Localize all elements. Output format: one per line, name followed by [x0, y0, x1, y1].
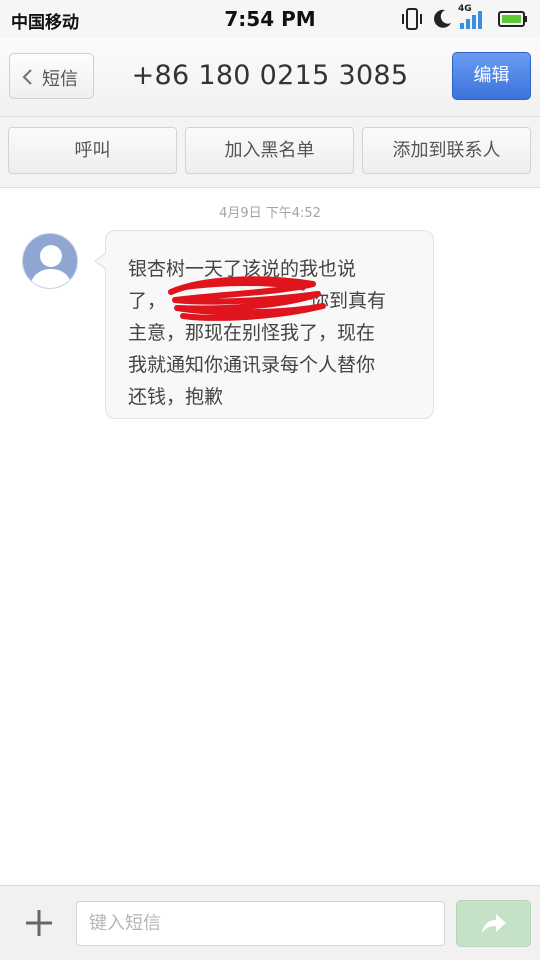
message-segment: 你到真有 [310, 290, 387, 312]
message-line: 了， 你到真有 [128, 285, 413, 317]
call-button[interactable]: 呼叫 [8, 127, 177, 174]
message-text: 银杏树一天了该说的我也说 了， 你到真有 主意，那现在别怪我了，现在 我就通知你通… [128, 253, 413, 413]
edit-button[interactable]: 编辑 [452, 52, 531, 100]
nav-bar: 短信 +86 180 0215 3085 编辑 [0, 38, 540, 117]
message-bubble[interactable]: 银杏树一天了该说的我也说 了， 你到真有 主意，那现在别怪我了，现在 我就通知你通… [105, 230, 434, 419]
battery-icon [498, 11, 527, 27]
person-icon [29, 245, 73, 288]
message-line: 我就通知你通讯录每个人替你 [128, 354, 376, 376]
message-input[interactable] [76, 901, 445, 946]
chevron-left-icon [22, 69, 32, 85]
message-timestamp: 4月9日 下午4:52 [219, 206, 321, 221]
message-line: 银杏树一天了该说的我也说 [128, 258, 357, 280]
avatar[interactable] [22, 233, 78, 289]
send-arrow-icon [482, 914, 506, 934]
action-bar: 呼叫 加入黑名单 添加到联系人 [0, 117, 540, 188]
vibrate-icon [402, 8, 422, 30]
add-to-contacts-button[interactable]: 添加到联系人 [362, 127, 531, 174]
moon-icon [434, 9, 451, 28]
input-bar [0, 885, 540, 960]
send-button[interactable] [456, 900, 531, 947]
status-icons: 4G [400, 4, 530, 31]
message-segment: 了， [128, 290, 167, 312]
message-line: 主意，那现在别怪我了，现在 [128, 322, 376, 344]
page-title: +86 180 0215 3085 [131, 60, 409, 91]
network-type: 4G [458, 4, 472, 14]
back-button-label: 短信 [42, 69, 78, 90]
message-line: 还钱，抱歉 [128, 386, 224, 408]
status-bar: 中国移动 7:54 PM 4G [0, 0, 540, 38]
bubble-tail-inner [96, 253, 107, 269]
back-button[interactable]: 短信 [9, 53, 94, 99]
add-to-blacklist-button[interactable]: 加入黑名单 [185, 127, 354, 174]
plus-icon[interactable] [23, 907, 55, 939]
